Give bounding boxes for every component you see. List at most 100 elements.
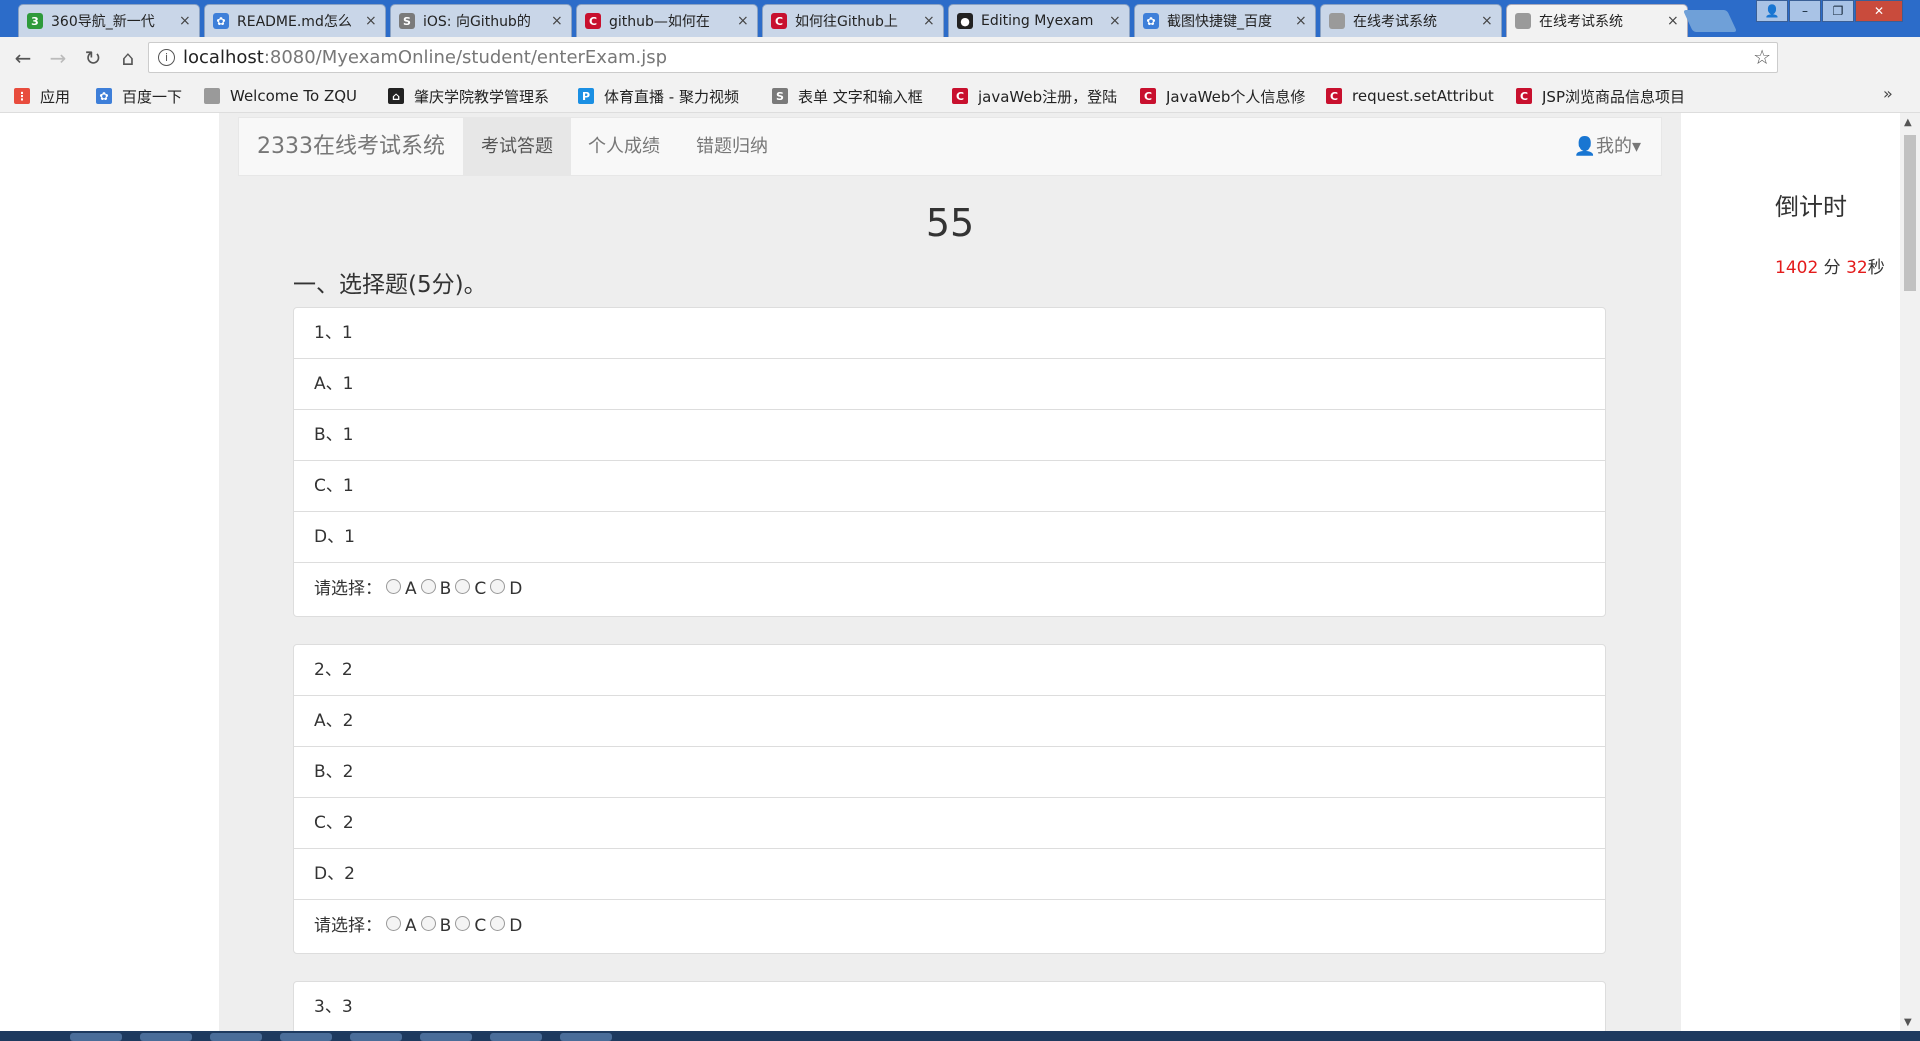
tab-favicon-icon: C xyxy=(585,13,601,29)
user-menu-dropdown[interactable]: 👤我的▾ xyxy=(1574,118,1641,175)
bookmark-item[interactable]: Crequest.setAttribut xyxy=(1326,86,1501,106)
question-stem: 3、3 xyxy=(294,982,1605,1031)
tab-close-icon[interactable]: × xyxy=(1481,13,1493,29)
tab-favicon-icon: C xyxy=(771,13,787,29)
answer-radio-c[interactable] xyxy=(455,578,471,594)
browser-tab[interactable]: 3 360导航_新一代 × xyxy=(18,4,200,37)
bookmark-label: request.setAttribut xyxy=(1352,87,1494,105)
bookmark-label: Welcome To ZQU xyxy=(230,87,358,105)
taskbar-item[interactable] xyxy=(350,1033,402,1041)
answer-radio-a[interactable] xyxy=(386,915,401,931)
bookmark-label: JSP浏览商品信息项目 xyxy=(1542,87,1685,106)
question-option: A、1 xyxy=(294,359,1605,410)
tab-title: 截图快捷键_百度 xyxy=(1167,14,1272,30)
browser-tab[interactable]: SiOS: 向Github的 × xyxy=(390,4,572,37)
tab-close-icon[interactable]: × xyxy=(1295,13,1307,29)
tab-favicon-icon: S xyxy=(399,13,415,29)
tab-favicon-icon: ● xyxy=(957,13,973,29)
answer-radio-label: C xyxy=(474,916,487,936)
browser-tab[interactable]: 在线考试系统 × xyxy=(1506,4,1688,37)
bookmark-item[interactable]: P 体育直播 - 聚力视频 xyxy=(578,86,758,106)
forward-icon[interactable]: → xyxy=(45,45,71,71)
answer-radio-d[interactable] xyxy=(490,915,506,931)
bookmark-label: 肇庆学院教学管理系 xyxy=(414,87,550,106)
answer-radio-label: D xyxy=(509,916,523,936)
new-tab-button[interactable] xyxy=(1682,10,1738,32)
taskbar-item[interactable] xyxy=(490,1033,542,1041)
bookmark-item[interactable]: Welcome To ZQU xyxy=(204,86,374,106)
tab-close-icon[interactable]: × xyxy=(923,13,935,29)
tab-favicon-icon: 3 xyxy=(27,13,43,29)
reload-icon[interactable]: ↻ xyxy=(80,45,106,71)
bookmark-item[interactable]: S 表单 文字和输入框 xyxy=(772,86,937,106)
bookmark-favicon-icon: ⋮ xyxy=(14,88,30,104)
scroll-down-icon[interactable]: ▼ xyxy=(1904,1017,1912,1028)
question-option: C、1 xyxy=(294,461,1605,512)
bookmark-favicon-icon: S xyxy=(772,88,788,104)
url-host: localhost xyxy=(183,47,264,68)
os-taskbar xyxy=(0,1031,1920,1041)
taskbar-item[interactable] xyxy=(280,1033,332,1041)
taskbar-item[interactable] xyxy=(210,1033,262,1041)
section-title: 一、选择题(5分)。 xyxy=(293,272,487,298)
answer-choice-row: 请选择： A B C D xyxy=(294,900,1605,953)
browser-tab[interactable]: Cgithub—如何在 × xyxy=(576,4,758,37)
address-bar[interactable]: i localhost:8080/MyexamOnline/student/en… xyxy=(148,42,1778,73)
browser-tab[interactable]: C 如何往Github上 × xyxy=(762,4,944,37)
scroll-up-icon[interactable]: ▲ xyxy=(1904,117,1912,128)
home-icon[interactable]: ⌂ xyxy=(115,45,141,71)
bookmark-item[interactable]: C JSP浏览商品信息项目 xyxy=(1516,86,1696,106)
user-icon[interactable]: 👤 xyxy=(1756,0,1788,22)
tab-close-icon[interactable]: × xyxy=(551,13,563,29)
bookmark-favicon-icon: C xyxy=(1140,88,1156,104)
countdown-seconds: 32 xyxy=(1846,258,1868,278)
tab-close-icon[interactable]: × xyxy=(365,13,377,29)
answer-radio-d[interactable] xyxy=(490,578,506,594)
bookmark-favicon-icon xyxy=(204,88,220,104)
window-close-button[interactable]: ✕ xyxy=(1855,0,1903,22)
browser-tab[interactable]: ✿ 截图快捷键_百度 × xyxy=(1134,4,1316,37)
bookmark-item[interactable]: ✿ 百度一下 xyxy=(96,86,191,106)
nav-exam[interactable]: 考试答题 xyxy=(463,118,571,175)
tab-close-icon[interactable]: × xyxy=(1667,13,1679,29)
bookmark-item[interactable]: ⋮ 应用 xyxy=(14,86,84,106)
bookmark-item[interactable]: ⌂ 肇庆学院教学管理系 xyxy=(388,86,563,106)
answer-radio-b[interactable] xyxy=(420,915,436,931)
bookmark-label: 百度一下 xyxy=(122,87,183,106)
back-icon[interactable]: ← xyxy=(10,45,36,71)
maximize-button[interactable]: ❐ xyxy=(1822,0,1854,22)
tab-title: README.md怎么 xyxy=(237,14,352,30)
page-viewport: 2333在线考试系统 考试答题 个人成绩 错题归纳 👤我的▾ 55 一、选择题(… xyxy=(0,113,1900,1031)
question-option: B、1 xyxy=(294,410,1605,461)
info-icon[interactable]: i xyxy=(158,49,175,66)
countdown-seconds-unit: 秒 xyxy=(1867,258,1885,278)
bookmark-star-icon[interactable]: ☆ xyxy=(1753,43,1771,72)
tab-close-icon[interactable]: × xyxy=(1109,13,1121,29)
bookmark-item[interactable]: C JavaWeb个人信息修 xyxy=(1140,86,1310,106)
nav-scores[interactable]: 个人成绩 xyxy=(570,118,678,175)
scroll-thumb[interactable] xyxy=(1904,135,1916,291)
minimize-button[interactable]: – xyxy=(1789,0,1821,22)
answer-radio-a[interactable] xyxy=(386,578,401,594)
page-scrollbar[interactable]: ▲ ▼ xyxy=(1900,113,1920,1031)
answer-radio-c[interactable] xyxy=(455,915,471,931)
nav-wrong-answers[interactable]: 错题归纳 xyxy=(678,118,786,175)
taskbar-item[interactable] xyxy=(420,1033,472,1041)
tab-title: github—如何在 xyxy=(609,14,710,30)
answer-radio-label: A xyxy=(405,579,417,599)
bookmark-item[interactable]: CjavaWeb注册，登陆 xyxy=(952,86,1122,106)
browser-tab[interactable]: 在线考试系统 × xyxy=(1320,4,1502,37)
browser-tab[interactable]: ● Editing Myexam × xyxy=(948,4,1130,37)
site-brand[interactable]: 2333在线考试系统 xyxy=(257,118,445,175)
tab-favicon-icon xyxy=(1329,13,1345,29)
tab-title: 在线考试系统 xyxy=(1353,14,1437,30)
answer-radio-b[interactable] xyxy=(420,578,436,594)
tab-close-icon[interactable]: × xyxy=(179,13,191,29)
bookmark-favicon-icon: C xyxy=(952,88,968,104)
taskbar-item[interactable] xyxy=(140,1033,192,1041)
tab-close-icon[interactable]: × xyxy=(737,13,749,29)
taskbar-item[interactable] xyxy=(560,1033,612,1041)
taskbar-item[interactable] xyxy=(70,1033,122,1041)
browser-tab[interactable]: ✿ README.md怎么 × xyxy=(204,4,386,37)
bookmarks-more-button[interactable]: » xyxy=(1883,84,1893,103)
